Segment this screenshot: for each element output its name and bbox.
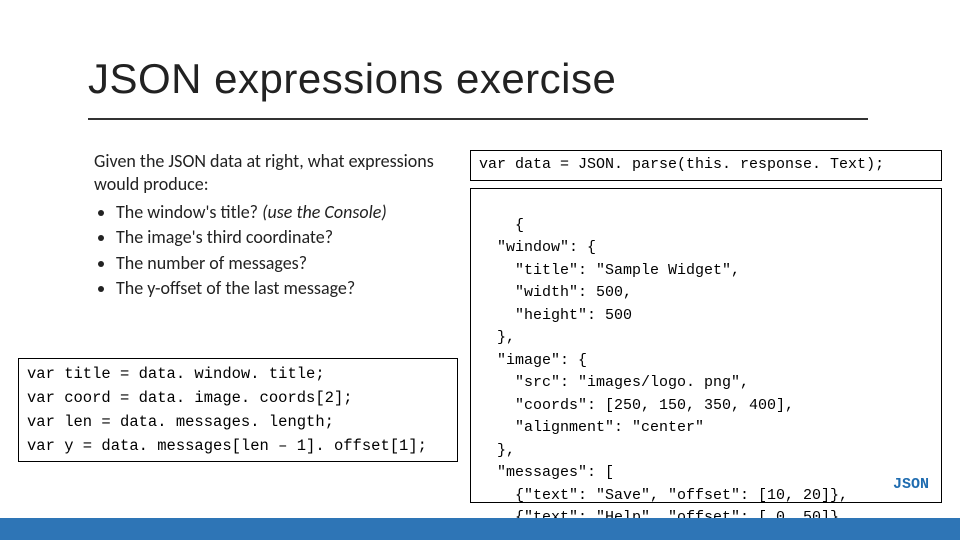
json-label: JSON [893,474,929,497]
bullet-item: The number of messages? [116,252,444,275]
footer-accent-bar [0,518,960,540]
page-title: JSON expressions exercise [88,55,616,103]
slide: JSON expressions exercise Given the JSON… [0,0,960,540]
code-json-data: { "window": { "title": "Sample Widget", … [470,188,942,503]
bullet-text: The y-offset of the last message? [116,277,355,299]
bullet-text: The window's title? [116,201,262,223]
bullet-italic: (use the Console) [262,201,387,223]
title-underline [88,118,868,120]
bullet-item: The image's third coordinate? [116,226,444,249]
code-answers: var title = data. window. title; var coo… [18,358,458,462]
exercise-prompt: Given the JSON data at right, what expre… [94,150,444,302]
bullet-item: The y-offset of the last message? [116,277,444,300]
prompt-intro: Given the JSON data at right, what expre… [94,150,434,195]
code-parse-line: var data = JSON. parse(this. response. T… [470,150,942,181]
prompt-bullets: The window's title? (use the Console) Th… [94,201,444,301]
json-text: { "window": { "title": "Sample Widget", … [479,217,848,540]
bullet-text: The image's third coordinate? [116,226,333,248]
bullet-item: The window's title? (use the Console) [116,201,444,224]
bullet-text: The number of messages? [116,252,307,274]
